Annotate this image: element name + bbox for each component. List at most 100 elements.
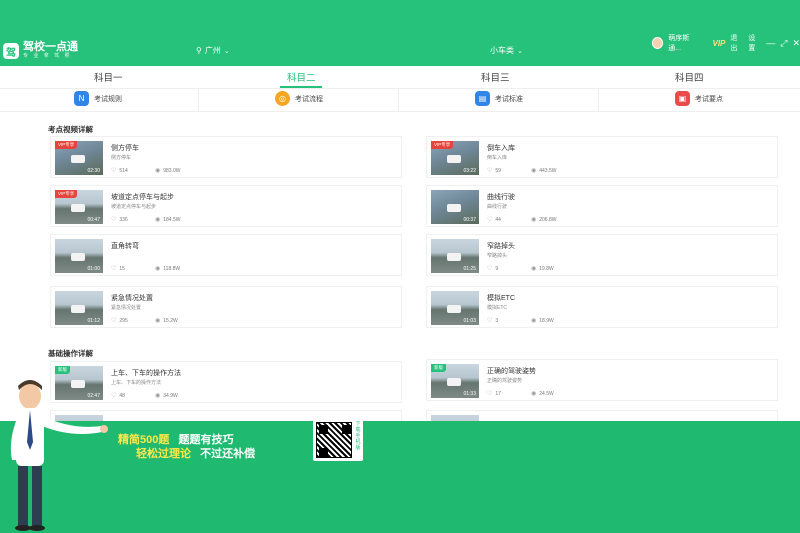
video-title: 倒车入库 <box>487 145 515 152</box>
video-duration: 00:37 <box>463 217 476 223</box>
points-icon: ▣ <box>675 91 690 106</box>
like-icon: ♡ <box>111 266 117 272</box>
video-subtitle: 上车、下车的操作方法 <box>111 380 162 386</box>
video-thumbnail: 01:25 <box>431 239 479 273</box>
like-icon: ♡ <box>487 266 493 272</box>
section-title-basic-ops: 基础操作详解 <box>48 349 93 358</box>
tab-subject-1[interactable]: 科目一 <box>94 70 123 84</box>
video-subtitle: 曲线行驶 <box>487 204 508 210</box>
video-thumbnail: VIP专享 03:22 <box>431 141 479 175</box>
like-count: 295 <box>119 317 128 324</box>
promo-banner[interactable]: 精简500题 题题有技巧 轻松过理论 不过还补偿 下载手机版 <box>0 419 800 533</box>
vip-badge[interactable]: VIP <box>712 39 725 48</box>
nav-exam-points[interactable]: ▣ 考试要点 <box>675 91 723 106</box>
nav-exam-standard[interactable]: ▤ 考试标准 <box>475 91 523 106</box>
section-title-exam-videos: 考点视频详解 <box>48 125 93 134</box>
main-panel: 科目一 科目二 科目三 科目四 N 考试规则 ◎ 考试流程 ▤ 考试标准 ▣ 考… <box>0 66 800 421</box>
nav-exam-points-label: 考试要点 <box>695 95 723 103</box>
nav-exam-rules[interactable]: N 考试规则 <box>74 91 122 106</box>
view-count: 443.5W <box>539 167 557 174</box>
tab-subject-4[interactable]: 科目四 <box>675 70 704 84</box>
like-count: 3 <box>495 317 499 324</box>
video-thumbnail: 00:37 <box>431 190 479 224</box>
mascot-illustration <box>10 380 108 531</box>
qr-caption: 下载手机版 <box>355 421 361 451</box>
user-name[interactable]: 萌序斯通... <box>668 33 699 53</box>
chevron-down-icon: ⌄ <box>517 47 523 55</box>
city-label: 广州 <box>204 46 221 55</box>
video-card[interactable]: 01:00 直角转弯 ♡ 15 ◉ 118.8W <box>50 234 402 276</box>
video-card[interactable]: 01:03 模拟ETC 模拟ETC ♡ 3 ◉ 18.9W <box>426 286 778 328</box>
like-count: 15 <box>119 265 125 272</box>
video-card[interactable]: VIP专享 02:30 侧方停车 侧方停车 ♡ 514 ◉ 983.0W <box>50 136 402 178</box>
video-duration: 01:33 <box>463 391 476 397</box>
video-card[interactable]: VIP专享 03:22 倒车入库 倒车入库 ♡ 59 ◉ 443.5W <box>426 136 778 178</box>
video-subtitle: 模拟ETC <box>487 305 508 311</box>
views-icon: ◉ <box>531 168 537 174</box>
app-slogan: 专 业 拿 驾 照 <box>23 53 72 59</box>
subject-tabs: 科目一 科目二 科目三 科目四 <box>0 66 800 86</box>
video-card[interactable]: 01:25 窄路掉头 窄路掉头 ♡ 9 ◉ 19.8W <box>426 234 778 276</box>
promo-highlight: 轻松过理论 <box>136 448 191 460</box>
views-icon: ◉ <box>531 318 537 324</box>
nav-exam-rules-label: 考试规则 <box>94 95 122 103</box>
video-card[interactable]: 00:37 曲线行驶 曲线行驶 ♡ 44 ◉ 206.8W <box>426 185 778 227</box>
flow-icon: ◎ <box>275 91 290 106</box>
views-icon: ◉ <box>531 217 537 223</box>
video-card[interactable]: 01:12 紧急情况处置 紧急情况处置 ♡ 295 ◉ 15.2W <box>50 286 402 328</box>
video-card[interactable]: VIP专享 00:47 坡道定点停车与起步 坡道定点停车与起步 ♡ 336 ◉ 184… <box>50 185 402 227</box>
qr-code-icon <box>316 422 352 458</box>
video-card[interactable] <box>426 410 778 421</box>
views-icon: ◉ <box>155 217 161 223</box>
video-subtitle: 窄路掉头 <box>487 253 508 259</box>
video-subtitle: 倒车入库 <box>487 155 508 161</box>
video-subtitle: 坡道定点停车与起步 <box>111 204 157 210</box>
video-title: 曲线行驶 <box>487 194 515 201</box>
views-icon: ◉ <box>155 168 161 174</box>
like-icon: ♡ <box>111 217 117 223</box>
vip-exclusive-badge: VIP专享 <box>55 190 78 198</box>
divider <box>598 88 599 112</box>
app-logo: 驾 驾校一点通 专 业 拿 驾 照 <box>3 42 78 60</box>
top-bar: 驾 驾校一点通 专 业 拿 驾 照 ⚲ 广州 ⌄ 小车类 ⌄ 萌序斯通... V… <box>0 0 800 66</box>
standard-icon: ▤ <box>475 91 490 106</box>
like-icon: ♡ <box>487 318 493 324</box>
like-icon: ♡ <box>487 391 493 397</box>
user-area: 萌序斯通... VIP 退出 设置 — ⤢ ✕ <box>652 33 800 53</box>
like-count: 48 <box>119 392 125 399</box>
video-thumbnail: 01:03 <box>431 291 479 325</box>
avatar[interactable] <box>652 37 664 49</box>
view-count: 118.8W <box>163 265 181 272</box>
city-selector[interactable]: ⚲ 广州 ⌄ <box>196 45 230 56</box>
fullscreen-icon[interactable]: ⤢ <box>780 38 787 49</box>
video-duration: 01:12 <box>87 318 100 324</box>
like-icon: ♡ <box>487 168 493 174</box>
views-icon: ◉ <box>531 266 537 272</box>
view-count: 206.8W <box>539 216 557 223</box>
like-count: 17 <box>495 390 501 397</box>
view-count: 34.9W <box>163 392 178 399</box>
views-icon: ◉ <box>155 318 161 324</box>
promo-line-2: 轻松过理论 不过还补偿 <box>136 445 255 461</box>
car-type-label: 小车类 <box>490 46 514 55</box>
video-duration: 01:03 <box>463 318 476 324</box>
nav-exam-flow[interactable]: ◎ 考试流程 <box>275 91 323 106</box>
car-type-selector[interactable]: 小车类 ⌄ <box>490 45 523 56</box>
close-icon[interactable]: ✕ <box>792 38 800 49</box>
view-count: 18.9W <box>539 317 554 324</box>
nav-exam-standard-label: 考试标准 <box>495 95 523 103</box>
like-count: 59 <box>495 167 501 174</box>
settings-link[interactable]: 设置 <box>748 33 761 53</box>
video-title: 正确的驾驶姿势 <box>487 368 536 375</box>
video-duration: 02:30 <box>87 168 100 174</box>
download-qr-box[interactable]: 下载手机版 <box>313 419 363 461</box>
minimize-icon[interactable]: — <box>766 38 775 48</box>
logout-link[interactable]: 退出 <box>730 33 743 53</box>
rules-icon: N <box>74 91 89 106</box>
tab-subject-2[interactable]: 科目二 <box>287 70 316 84</box>
nav-exam-flow-label: 考试流程 <box>295 95 323 103</box>
video-card[interactable]: 新版 01:33 正确的驾驶姿势 正确的驾驶姿势 ♡ 17 ◉ 24.5W <box>426 359 778 401</box>
chevron-down-icon: ⌄ <box>223 47 230 55</box>
new-version-badge: 新版 <box>431 364 446 372</box>
tab-subject-3[interactable]: 科目三 <box>481 70 510 84</box>
